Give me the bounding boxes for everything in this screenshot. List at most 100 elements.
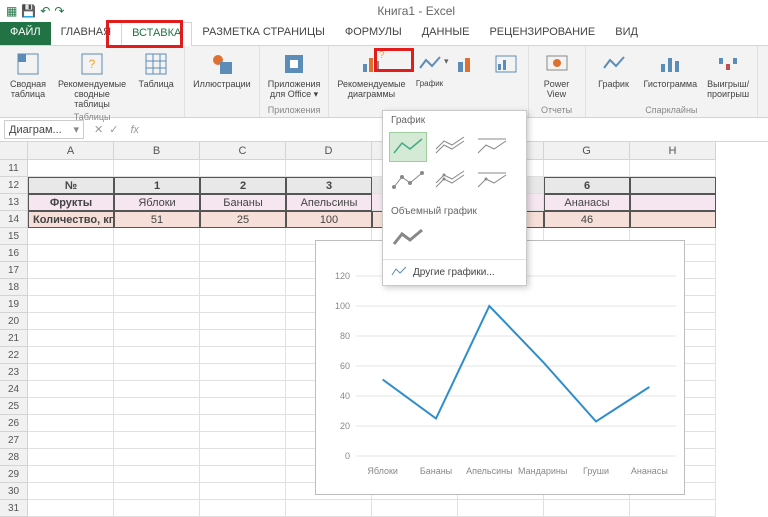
cell[interactable] — [200, 483, 286, 500]
cell[interactable] — [630, 194, 716, 211]
cell[interactable]: 25 — [200, 211, 286, 228]
save-icon[interactable]: 💾 — [21, 4, 36, 18]
rowhead[interactable]: 13 — [0, 194, 28, 211]
cell[interactable]: Ананасы — [544, 194, 630, 211]
cell[interactable] — [114, 160, 200, 177]
cell[interactable] — [28, 466, 114, 483]
cell[interactable] — [114, 415, 200, 432]
cell[interactable] — [28, 245, 114, 262]
cell[interactable] — [200, 296, 286, 313]
colhead[interactable]: H — [630, 142, 716, 160]
cell[interactable] — [544, 160, 630, 177]
cell[interactable] — [200, 432, 286, 449]
cell[interactable] — [28, 381, 114, 398]
chart-option-stacked-line-markers[interactable] — [431, 166, 469, 196]
chevron-down-icon[interactable]: ▾ — [73, 123, 79, 136]
chart-option-line[interactable] — [389, 132, 427, 162]
cell[interactable] — [630, 177, 716, 194]
cell[interactable] — [114, 262, 200, 279]
rowhead[interactable]: 23 — [0, 364, 28, 381]
cell[interactable] — [28, 415, 114, 432]
cell[interactable] — [114, 398, 200, 415]
cell[interactable] — [200, 313, 286, 330]
sparkline-column-button[interactable]: Гистограмма — [640, 48, 702, 105]
chart-option-line-markers[interactable] — [389, 166, 427, 196]
table-button[interactable]: Таблица — [132, 48, 180, 112]
cell[interactable]: 2 — [200, 177, 286, 194]
cell[interactable] — [200, 245, 286, 262]
cell[interactable]: Апельсины — [286, 194, 372, 211]
rowhead[interactable]: 16 — [0, 245, 28, 262]
cell[interactable] — [200, 160, 286, 177]
cell[interactable] — [28, 347, 114, 364]
cell[interactable] — [200, 364, 286, 381]
cell[interactable] — [28, 432, 114, 449]
rowhead[interactable]: 20 — [0, 313, 28, 330]
cell[interactable]: Яблоки — [114, 194, 200, 211]
rowhead[interactable]: 14 — [0, 211, 28, 228]
cell[interactable] — [114, 364, 200, 381]
cell[interactable] — [200, 228, 286, 245]
cell[interactable] — [286, 160, 372, 177]
chart-option-stacked-line[interactable] — [431, 132, 469, 162]
rowhead[interactable]: 28 — [0, 449, 28, 466]
cell[interactable]: Фрукты — [28, 194, 114, 211]
cell[interactable] — [28, 296, 114, 313]
cell[interactable] — [28, 228, 114, 245]
cell[interactable] — [200, 449, 286, 466]
chart-option-3d-line[interactable] — [389, 223, 427, 253]
cell[interactable] — [114, 432, 200, 449]
cell[interactable]: № — [28, 177, 114, 194]
tab-review[interactable]: РЕЦЕНЗИРОВАНИЕ — [479, 22, 605, 45]
rowhead[interactable]: 29 — [0, 466, 28, 483]
colhead[interactable]: C — [200, 142, 286, 160]
rowhead[interactable]: 18 — [0, 279, 28, 296]
cell[interactable] — [200, 415, 286, 432]
cell[interactable] — [114, 296, 200, 313]
cell[interactable] — [200, 347, 286, 364]
rowhead[interactable]: 22 — [0, 347, 28, 364]
cell[interactable]: 100 — [286, 211, 372, 228]
tab-home[interactable]: ГЛАВНАЯ — [51, 22, 121, 45]
cell[interactable] — [28, 160, 114, 177]
rowhead[interactable]: 21 — [0, 330, 28, 347]
redo-icon[interactable]: ↷ — [54, 4, 64, 18]
rowhead[interactable]: 11 — [0, 160, 28, 177]
cell[interactable] — [28, 313, 114, 330]
cell[interactable] — [28, 449, 114, 466]
cell[interactable]: 6 — [544, 177, 630, 194]
cell[interactable] — [114, 466, 200, 483]
cell[interactable] — [114, 381, 200, 398]
cell[interactable] — [200, 279, 286, 296]
cell[interactable] — [114, 228, 200, 245]
recommended-charts-button[interactable]: ? Рекомендуемые диаграммы — [333, 48, 409, 115]
cell[interactable] — [28, 398, 114, 415]
rowhead[interactable]: 26 — [0, 415, 28, 432]
name-box[interactable]: Диаграм...▾ — [4, 120, 84, 139]
rowhead[interactable]: 25 — [0, 398, 28, 415]
tab-formulas[interactable]: ФОРМУЛЫ — [335, 22, 412, 45]
chart-option-100stacked-line[interactable] — [473, 132, 511, 162]
pivot-table-button[interactable]: Сводная таблица — [4, 48, 52, 112]
illustrations-button[interactable]: Иллюстрации — [189, 48, 255, 115]
rowhead[interactable]: 17 — [0, 262, 28, 279]
chart-plot-area[interactable]: 020406080100120ЯблокиБананыАпельсиныМанд… — [316, 266, 686, 486]
rowhead[interactable]: 12 — [0, 177, 28, 194]
cell[interactable] — [114, 313, 200, 330]
cell[interactable]: 46 — [544, 211, 630, 228]
cell[interactable] — [200, 398, 286, 415]
sparkline-winloss-button[interactable]: Выигрыш/ проигрыш — [703, 48, 753, 105]
cell[interactable] — [114, 279, 200, 296]
rowhead[interactable]: 15 — [0, 228, 28, 245]
cell[interactable] — [114, 245, 200, 262]
accept-icon[interactable]: ✓ — [109, 123, 118, 136]
colhead[interactable]: B — [114, 142, 200, 160]
cell[interactable] — [200, 381, 286, 398]
cell[interactable] — [28, 262, 114, 279]
cell[interactable] — [114, 347, 200, 364]
rowhead[interactable]: 30 — [0, 483, 28, 500]
cell[interactable] — [114, 330, 200, 347]
more-charts-link[interactable]: Другие графики... — [383, 259, 526, 285]
undo-icon[interactable]: ↶ — [40, 4, 50, 18]
cell[interactable] — [114, 483, 200, 500]
